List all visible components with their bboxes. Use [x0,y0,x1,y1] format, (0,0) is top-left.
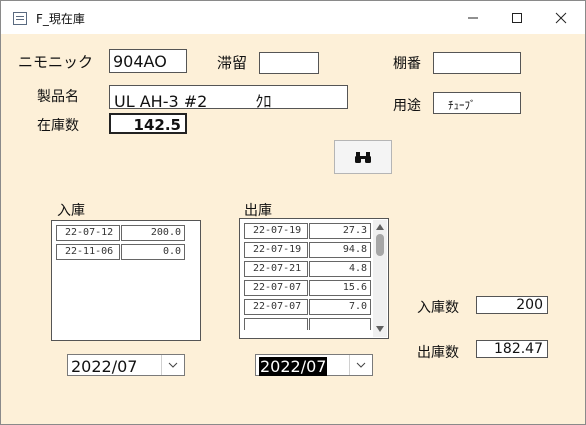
shelf-field[interactable] [433,52,521,74]
minimize-button[interactable] [451,5,495,31]
access-form-window: F_現在庫 ニモニック 904AO 滞留 棚番 製品名 UL AH-3 #2 ｸ… [0,0,586,425]
find-button[interactable] [334,140,392,174]
incoming-list[interactable]: 22-07-12 200.0 22-11-06 0.0 [51,220,201,341]
outgoing-row-4-qty[interactable]: 15.6 [309,280,371,296]
stock-label: 在庫数 [37,118,79,134]
incoming-month-select[interactable]: 2022/07 [67,354,185,376]
outgoing-label: 出庫 [244,203,272,219]
outgoing-row-1-date[interactable]: 22-07-19 [244,223,308,239]
outgoing-scrollbar[interactable] [373,220,387,337]
incoming-row-2-qty[interactable]: 0.0 [121,244,185,260]
outgoing-total-field[interactable]: 182.47 [476,340,548,358]
outgoing-dropdown-button[interactable] [349,355,372,375]
minimize-icon [468,17,478,19]
shelf-label: 棚番 [393,56,421,72]
scrollbar-thumb[interactable] [376,234,384,256]
mnemonic-label: ニモニック [18,53,94,71]
outgoing-month-select[interactable]: 2022/07 [255,354,373,376]
stay-label: 滞留 [217,54,248,72]
outgoing-list[interactable]: 22-07-19 27.3 22-07-19 94.8 22-07-21 4.8… [239,218,389,339]
incoming-total-field[interactable]: 200 [476,296,548,314]
scroll-down-icon[interactable] [373,324,387,334]
incoming-dropdown-button[interactable] [161,355,184,375]
outgoing-total-label: 出庫数 [417,345,459,361]
outgoing-row-2-date[interactable]: 22-07-19 [244,242,308,258]
incoming-month-value: 2022/07 [71,357,138,376]
form-icon [13,12,27,25]
outgoing-row-partial-qty [309,318,371,330]
scroll-up-icon[interactable] [373,222,387,232]
mnemonic-field[interactable]: 904AO [109,49,187,73]
maximize-icon [512,13,522,23]
outgoing-row-1-qty[interactable]: 27.3 [309,223,371,239]
chevron-down-icon [356,362,366,368]
incoming-row-1-qty[interactable]: 200.0 [121,225,185,241]
outgoing-month-value: 2022/07 [259,357,328,376]
chevron-down-icon [168,362,178,368]
incoming-label: 入庫 [57,203,85,219]
outgoing-row-4-date[interactable]: 22-07-07 [244,280,308,296]
outgoing-row-5-qty[interactable]: 7.0 [309,299,371,315]
incoming-row-2-date[interactable]: 22-11-06 [56,244,120,260]
maximize-button[interactable] [495,5,539,31]
title-bar: F_現在庫 [1,1,585,34]
outgoing-row-5-date[interactable]: 22-07-07 [244,299,308,315]
product-label: 製品名 [37,89,79,105]
form-body: ニモニック 904AO 滞留 棚番 製品名 UL AH-3 #2 ｸﾛ 用途 ﾁ… [1,34,585,424]
outgoing-row-3-date[interactable]: 22-07-21 [244,261,308,277]
usage-label: 用途 [393,98,421,114]
usage-field[interactable]: ﾁｭｰﾌﾞ [433,92,521,114]
stock-qty-field[interactable]: 142.5 [109,113,187,134]
binoculars-icon [355,152,371,163]
product-name-field[interactable]: UL AH-3 #2 ｸﾛ [109,85,348,109]
window-title: F_現在庫 [36,12,85,26]
incoming-total-label: 入庫数 [417,300,459,316]
incoming-row-1-date[interactable]: 22-07-12 [56,225,120,241]
outgoing-row-2-qty[interactable]: 94.8 [309,242,371,258]
close-icon [555,12,567,24]
outgoing-row-partial [244,318,308,330]
stay-field[interactable] [259,52,319,74]
outgoing-row-3-qty[interactable]: 4.8 [309,261,371,277]
close-button[interactable] [539,5,583,31]
